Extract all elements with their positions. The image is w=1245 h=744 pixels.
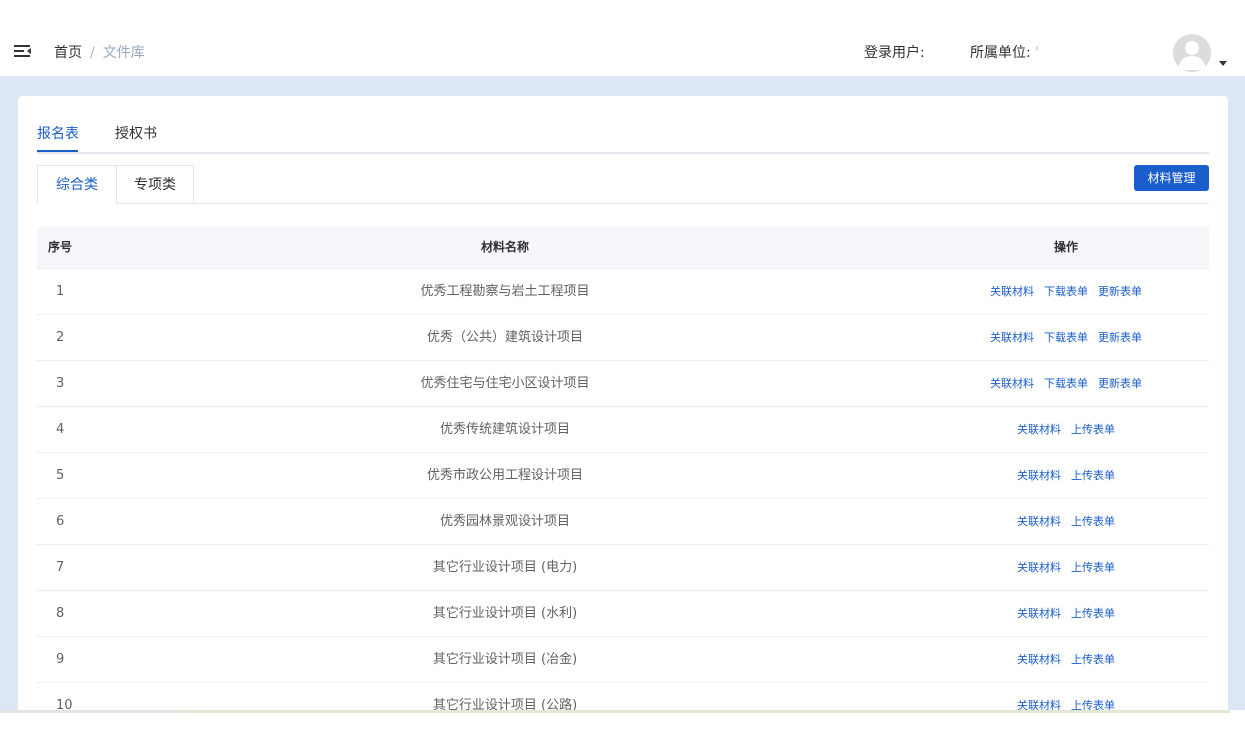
download-form-link[interactable]: 下载表单 xyxy=(1044,377,1088,390)
row-index: 9 xyxy=(56,652,65,667)
material-name: 优秀工程勘察与岩土工程项目 xyxy=(420,284,590,299)
link-materials-link[interactable]: 关联材料 xyxy=(1017,469,1061,482)
row-actions: 关联材料 上传表单 xyxy=(899,591,1233,636)
link-materials-link[interactable]: 关联材料 xyxy=(990,377,1034,390)
scroll-edge-left xyxy=(0,710,180,713)
download-form-link[interactable]: 下载表单 xyxy=(1044,285,1088,298)
update-form-link[interactable]: 更新表单 xyxy=(1098,285,1142,298)
row-index: 5 xyxy=(56,468,65,483)
table-row: 9 其它行业设计项目 (冶金) 关联材料 上传表单 xyxy=(37,637,1209,683)
link-materials-link[interactable]: 关联材料 xyxy=(1017,423,1061,436)
tab-special[interactable]: 专项类 xyxy=(116,165,194,203)
app-shell: 首页 / 文件库 登录用户: 所属单位: ' 报名表 授权书 综合类 专项类 材料管… xyxy=(0,30,1245,710)
update-form-link[interactable]: 更新表单 xyxy=(1098,377,1142,390)
upload-form-link[interactable]: 上传表单 xyxy=(1071,653,1115,666)
row-actions: 关联材料 上传表单 xyxy=(899,407,1233,452)
material-name: 其它行业设计项目 (水利) xyxy=(432,606,578,621)
breadcrumb-home[interactable]: 首页 xyxy=(54,45,82,61)
row-actions: 关联材料 上传表单 xyxy=(899,683,1233,710)
material-name: 优秀市政公用工程设计项目 xyxy=(426,468,583,483)
update-form-link[interactable]: 更新表单 xyxy=(1098,331,1142,344)
upload-form-link[interactable]: 上传表单 xyxy=(1071,515,1115,528)
material-name: 优秀园林景观设计项目 xyxy=(439,514,570,529)
table-row: 3 优秀住宅与住宅小区设计项目 关联材料 下载表单 更新表单 xyxy=(37,361,1209,407)
row-actions: 关联材料 下载表单 更新表单 xyxy=(899,269,1233,314)
active-tab-indicator xyxy=(37,150,78,152)
row-index: 8 xyxy=(56,606,65,621)
org-value: ' xyxy=(1035,45,1039,61)
material-name: 优秀住宅与住宅小区设计项目 xyxy=(420,376,590,391)
table-row: 4 优秀传统建筑设计项目 关联材料 上传表单 xyxy=(37,407,1209,453)
breadcrumb: 首页 / 文件库 xyxy=(54,44,145,62)
table-body: 1 优秀工程勘察与岩土工程项目 关联材料 下载表单 更新表单 2 优秀（公共）建筑设计项目关… xyxy=(37,269,1209,710)
table-row: 8 其它行业设计项目 (水利) 关联材料 上传表单 xyxy=(37,591,1209,637)
table-header: 序号 材料名称 操作 xyxy=(37,227,1209,269)
row-index: 7 xyxy=(56,560,65,575)
breadcrumb-separator: / xyxy=(90,45,95,61)
upload-form-link[interactable]: 上传表单 xyxy=(1071,561,1115,574)
download-form-link[interactable]: 下载表单 xyxy=(1044,331,1088,344)
link-materials-link[interactable]: 关联材料 xyxy=(990,331,1034,344)
material-name: 其它行业设计项目 (公路) xyxy=(432,698,578,710)
table-row: 1 优秀工程勘察与岩土工程项目 关联材料 下载表单 更新表单 xyxy=(37,269,1209,315)
top-navbar: 首页 / 文件库 登录用户: 所属单位: ' xyxy=(0,30,1245,77)
material-name: 优秀传统建筑设计项目 xyxy=(439,422,570,437)
upload-form-link[interactable]: 上传表单 xyxy=(1071,423,1115,436)
link-materials-link[interactable]: 关联材料 xyxy=(1017,561,1061,574)
link-materials-link[interactable]: 关联材料 xyxy=(990,285,1034,298)
row-index: 10 xyxy=(56,698,73,710)
column-header-index: 序号 xyxy=(48,240,73,254)
org-label: 所属单位: xyxy=(970,45,1031,61)
column-header-ops: 操作 xyxy=(1053,240,1078,254)
login-user-label: 登录用户: xyxy=(864,45,925,61)
table-row: 10 其它行业设计项目 (公路) 关联材料 上传表单 xyxy=(37,683,1209,710)
row-actions: 关联材料 上传表单 xyxy=(899,453,1233,498)
row-index: 6 xyxy=(56,514,65,529)
tab-authorization-letter[interactable]: 授权书 xyxy=(115,124,157,144)
column-header-name: 材料名称 xyxy=(480,240,529,254)
form-type-tabs: 报名表 授权书 xyxy=(37,124,1209,154)
page-bottom-strip xyxy=(0,710,1245,744)
row-actions: 关联材料 下载表单 更新表单 xyxy=(899,315,1233,360)
row-index: 4 xyxy=(56,422,65,437)
row-actions: 关联材料 上传表单 xyxy=(899,499,1233,544)
breadcrumb-current: 文件库 xyxy=(102,45,145,61)
row-actions: 关联材料 下载表单 更新表单 xyxy=(899,361,1233,406)
row-actions: 关联材料 上传表单 xyxy=(899,545,1233,590)
material-management-button[interactable]: 材料管理 xyxy=(1134,165,1209,191)
tab-registration-form[interactable]: 报名表 xyxy=(37,124,79,144)
tab-comprehensive[interactable]: 综合类 xyxy=(37,165,116,204)
upload-form-link[interactable]: 上传表单 xyxy=(1071,469,1115,482)
menu-fold-icon[interactable] xyxy=(14,45,32,59)
link-materials-link[interactable]: 关联材料 xyxy=(1017,699,1061,710)
scroll-edge-right xyxy=(180,710,1230,713)
row-index: 2 xyxy=(56,330,65,345)
content-card: 报名表 授权书 综合类 专项类 材料管理 序号 材料名称 操作 1 优秀工程勘察与… xyxy=(18,96,1228,710)
material-name: 优秀（公共）建筑设计项目 xyxy=(426,330,583,345)
row-index: 3 xyxy=(56,376,65,391)
material-name: 其它行业设计项目 (电力) xyxy=(432,560,578,575)
user-avatar-icon[interactable] xyxy=(1173,34,1211,72)
material-name: 其它行业设计项目 (冶金) xyxy=(432,652,578,667)
table-row: 2 优秀（公共）建筑设计项目 关联材料 下载表单 更新表单 xyxy=(37,315,1209,361)
link-materials-link[interactable]: 关联材料 xyxy=(1017,653,1061,666)
link-materials-link[interactable]: 关联材料 xyxy=(1017,515,1061,528)
row-index: 1 xyxy=(56,284,65,299)
table-row: 7 其它行业设计项目 (电力) 关联材料 上传表单 xyxy=(37,545,1209,591)
upload-form-link[interactable]: 上传表单 xyxy=(1071,699,1115,710)
table-row: 6 优秀园林景观设计项目 关联材料 上传表单 xyxy=(37,499,1209,545)
materials-table: 序号 材料名称 操作 1 优秀工程勘察与岩土工程项目 关联材料 下载表单 更新表单 2 优秀… xyxy=(37,227,1209,710)
caret-down-icon[interactable] xyxy=(1219,61,1227,66)
link-materials-link[interactable]: 关联材料 xyxy=(1017,607,1061,620)
table-row: 5 优秀市政公用工程设计项目 关联材料 上传表单 xyxy=(37,453,1209,499)
row-actions: 关联材料 上传表单 xyxy=(899,637,1233,682)
upload-form-link[interactable]: 上传表单 xyxy=(1071,607,1115,620)
category-tabs: 综合类 专项类 xyxy=(37,165,1209,204)
